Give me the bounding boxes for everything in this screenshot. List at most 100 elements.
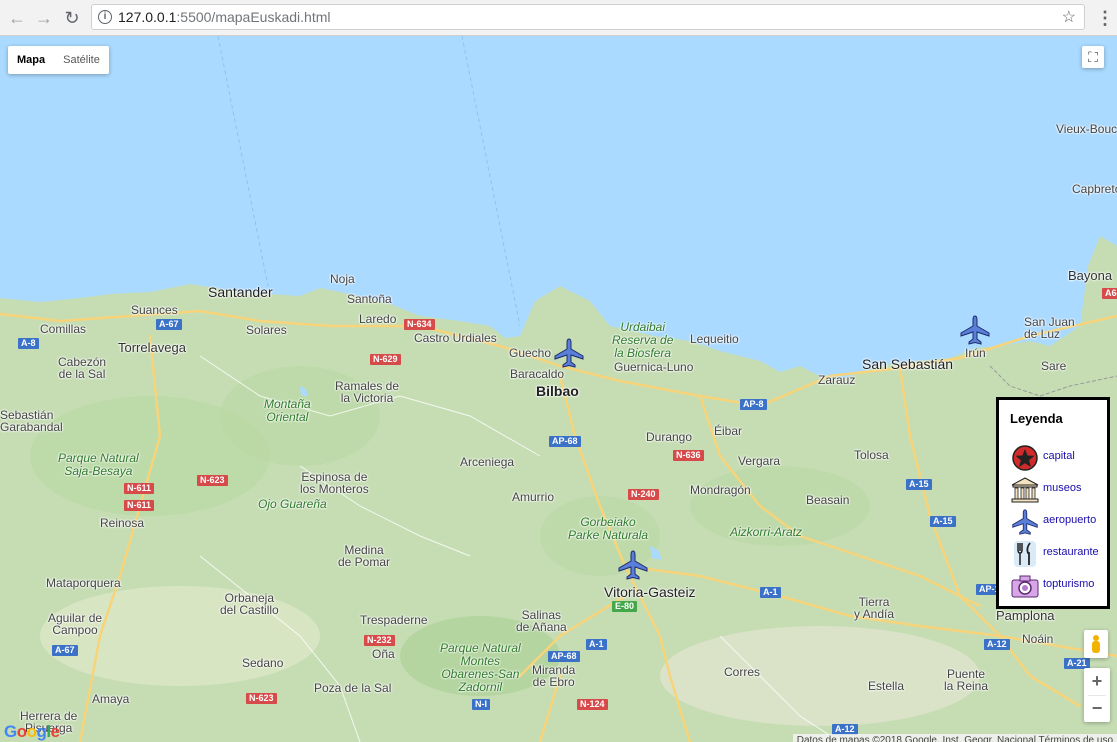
zoom-in-button[interactable]: +	[1084, 668, 1110, 695]
legend-panel: Leyenda capital museos aeropuerto restau…	[996, 397, 1110, 609]
place-label: Irún	[965, 346, 986, 360]
place-label: Mataporquera	[46, 576, 121, 590]
place-label: Tolosa	[854, 448, 889, 462]
map-type-satellite-button[interactable]: Satélite	[54, 46, 109, 74]
park-label: Aizkorri-Aratz	[730, 525, 803, 539]
legend-link-museos[interactable]: museos	[1043, 482, 1082, 494]
road-shield: N-636	[673, 450, 704, 461]
place-label: Santander	[208, 284, 273, 300]
legend-title: Leyenda	[1010, 411, 1063, 426]
place-label: Vergara	[738, 454, 781, 468]
legend-link-aeropuerto[interactable]: aeropuerto	[1043, 514, 1096, 526]
place-label: Suances	[131, 303, 178, 317]
zoom-control: + −	[1084, 668, 1110, 722]
capital-icon	[1012, 445, 1038, 471]
road-shield: A-8	[18, 338, 39, 349]
place-label: Noáin	[1022, 632, 1054, 646]
airport-marker-icon[interactable]	[553, 337, 585, 369]
place-label: Reinosa	[100, 516, 145, 530]
place-label: Solares	[246, 323, 287, 337]
bookmark-star-icon[interactable]: ☆	[1062, 7, 1076, 27]
place-label: Cabezón de la Sal	[58, 355, 107, 381]
place-label: Amaya	[92, 692, 130, 706]
map-type-map-button[interactable]: Mapa	[8, 46, 54, 74]
place-label: Arceniega	[460, 455, 515, 469]
museum-icon	[1011, 477, 1039, 503]
place-label: San Sebastián	[862, 356, 954, 372]
place-label: Medina de Pomar	[338, 543, 391, 569]
road-shield: N-240	[628, 489, 659, 500]
place-label: Zarauz	[818, 373, 856, 387]
place-label: Aguilar de Campoo	[48, 611, 103, 637]
place-label: Baracaldo	[510, 367, 565, 381]
road-shield: E-80	[612, 601, 638, 612]
place-label: Comillas	[40, 322, 87, 336]
place-label: Amurrio	[512, 490, 555, 504]
legend-item-restaurante: restaurante	[1011, 538, 1111, 570]
place-label: Sare	[1041, 359, 1067, 373]
road-shield: N-629	[370, 354, 401, 365]
map-canvas[interactable]: Santander Noja Santoña Suances Comillas …	[0, 36, 1117, 742]
place-label: Bayona	[1068, 268, 1113, 283]
info-icon[interactable]: i	[98, 10, 112, 24]
zoom-out-button[interactable]: −	[1084, 695, 1110, 722]
place-label: Lequeitio	[690, 332, 739, 346]
park-label: Parque Natural Montes Obarenes-San Zador…	[440, 641, 521, 694]
map-type-control: Mapa Satélite	[8, 46, 109, 74]
place-label: Miranda de Ebro	[532, 663, 576, 689]
place-label: Trespaderne	[360, 613, 428, 627]
road-shield: AP-68	[549, 436, 581, 447]
park-label: Urdaibai Reserva de la Biosfera	[612, 320, 674, 360]
place-label: Capbreton	[1072, 182, 1117, 196]
road-shield: A-15	[906, 479, 932, 490]
airport-marker-icon[interactable]	[959, 314, 991, 346]
place-label: Puente la Reina	[944, 667, 989, 693]
place-label: Noja	[330, 272, 355, 286]
street-view-pegman-icon[interactable]	[1084, 630, 1108, 658]
road-shield: A-1	[760, 587, 781, 598]
place-label: Poza de la Sal	[314, 681, 392, 695]
road-shield: N-124	[577, 699, 608, 710]
place-label: Laredo	[359, 312, 397, 326]
google-logo[interactable]: Google	[4, 722, 60, 742]
road-shield: N-611	[124, 500, 155, 511]
browser-menu-icon[interactable]: ⋮	[1096, 6, 1114, 30]
restaurant-icon	[1014, 541, 1036, 567]
address-bar[interactable]: i 127.0.0.1:5500/mapaEuskadi.html ☆	[91, 4, 1085, 30]
place-label: Oña	[372, 647, 395, 661]
legend-link-topturismo[interactable]: topturismo	[1043, 578, 1094, 590]
road-shield: N-623	[246, 693, 277, 704]
url-text[interactable]: 127.0.0.1:5500/mapaEuskadi.html	[118, 9, 330, 25]
place-label: Ramales de la Victoria	[335, 379, 400, 405]
fullscreen-icon[interactable]: ⛶	[1082, 46, 1104, 68]
place-label: Mondragón	[690, 483, 751, 497]
place-label: Bilbao	[536, 383, 579, 399]
road-shield: N-I	[472, 699, 490, 710]
reload-icon[interactable]: ↻	[61, 7, 83, 29]
legend-link-restaurante[interactable]: restaurante	[1043, 546, 1099, 558]
park-label: Ojo Guareña	[258, 497, 327, 511]
place-label: Santoña	[347, 292, 392, 306]
place-label: San Juan de Luz	[1024, 315, 1075, 341]
road-shield: A-12	[984, 639, 1010, 650]
road-shield: AP-68	[548, 651, 580, 662]
place-label: Estella	[868, 679, 905, 693]
airport-icon	[1012, 509, 1038, 535]
legend-item-topturismo: topturismo	[1011, 570, 1111, 602]
road-shield: A-1	[586, 639, 607, 650]
place-label: Salinas de Añana	[516, 608, 567, 634]
forward-arrow-icon[interactable]: →	[33, 7, 55, 29]
legend-link-capital[interactable]: capital	[1043, 450, 1075, 462]
legend-item-aeropuerto: aeropuerto	[1011, 506, 1111, 538]
legend-item-museos: museos	[1011, 474, 1111, 506]
browser-toolbar: ← → ↻ i 127.0.0.1:5500/mapaEuskadi.html …	[0, 0, 1117, 36]
road-shield: N-623	[197, 475, 228, 486]
airport-marker-icon[interactable]	[617, 549, 649, 581]
back-arrow-icon[interactable]: ←	[6, 7, 28, 29]
road-shield: A-15	[930, 516, 956, 527]
road-shield: N-611	[124, 483, 155, 494]
road-shield: AP-8	[740, 399, 767, 410]
road-shield: A-67	[156, 319, 182, 330]
map-attribution[interactable]: Datos de mapas ©2018 Google, Inst. Geogr…	[792, 734, 1117, 742]
place-label: Guernica-Luno	[614, 360, 694, 374]
